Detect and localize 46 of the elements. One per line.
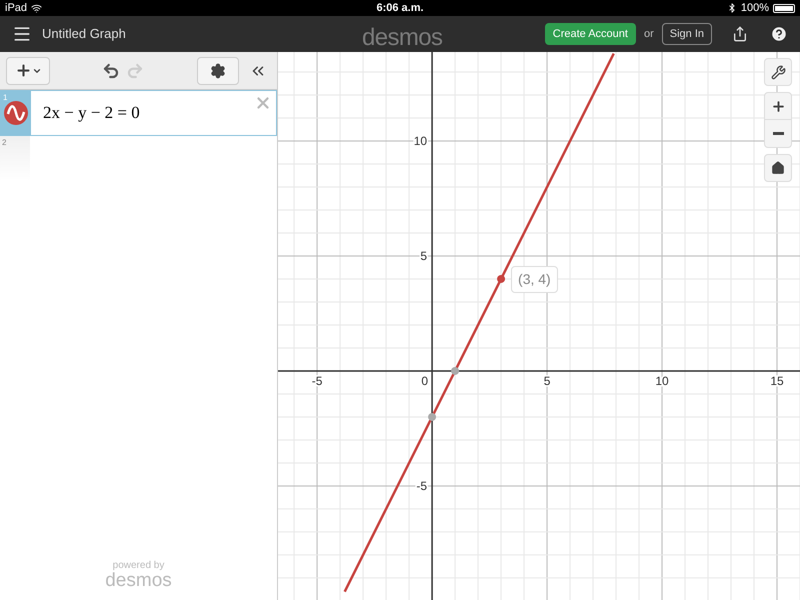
y-tick-label: -5 bbox=[416, 478, 428, 493]
wrench-icon bbox=[770, 64, 786, 80]
zoom-in-button[interactable] bbox=[764, 92, 792, 120]
expression-text[interactable]: 2x − y − 2 = 0 bbox=[43, 100, 140, 126]
origin-label: 0 bbox=[421, 374, 428, 388]
intercept-marker[interactable] bbox=[451, 366, 460, 375]
graph-canvas[interactable]: -5 5 10 15 -5 5 10 0 (3, 4) bbox=[278, 52, 800, 600]
settings-button[interactable] bbox=[197, 56, 239, 84]
intercept-marker[interactable] bbox=[428, 412, 436, 421]
y-tick-label: 10 bbox=[414, 134, 428, 148]
plus-icon bbox=[14, 62, 32, 79]
add-item-button[interactable] bbox=[6, 56, 50, 84]
graph-style-icon[interactable] bbox=[4, 101, 28, 125]
zoom-out-button[interactable] bbox=[764, 120, 792, 148]
point-label: (3, 4) bbox=[511, 266, 558, 293]
sign-in-button[interactable]: Sign In bbox=[662, 23, 712, 45]
desmos-logo: desmos bbox=[362, 23, 442, 53]
line-number: 1 bbox=[3, 92, 8, 104]
clock-time: 6:06 a.m. bbox=[376, 0, 424, 16]
x-tick-label: 15 bbox=[770, 374, 784, 388]
default-view-button[interactable] bbox=[764, 154, 792, 182]
or-text: or bbox=[644, 26, 654, 42]
bluetooth-icon bbox=[726, 3, 737, 13]
y-tick-label: 5 bbox=[420, 248, 428, 263]
wifi-icon bbox=[31, 2, 42, 14]
plus-icon bbox=[770, 98, 786, 114]
graph-title: Untitled Graph bbox=[42, 25, 126, 44]
line-number: 2 bbox=[2, 137, 6, 149]
battery-icon bbox=[773, 4, 795, 12]
point-marker[interactable] bbox=[497, 274, 506, 283]
settings-icon bbox=[210, 62, 226, 78]
x-tick-label: 10 bbox=[655, 374, 669, 388]
desmos-logo: desmos bbox=[105, 571, 172, 590]
redo-icon bbox=[126, 62, 144, 80]
expression-row[interactable]: 1 2x − y − 2 = 0 bbox=[0, 90, 277, 136]
device-name: iPad bbox=[5, 0, 28, 16]
x-tick-label: 5 bbox=[544, 374, 550, 388]
home-icon bbox=[771, 161, 785, 175]
undo-icon[interactable] bbox=[102, 62, 120, 80]
share-icon[interactable] bbox=[732, 26, 748, 42]
x-tick-label: -5 bbox=[312, 374, 322, 388]
graph-settings-button[interactable] bbox=[764, 58, 792, 86]
help-icon[interactable] bbox=[770, 25, 788, 43]
minus-icon bbox=[772, 132, 784, 135]
powered-by-text: powered by bbox=[112, 561, 164, 571]
battery-percent: 100% bbox=[740, 0, 769, 16]
